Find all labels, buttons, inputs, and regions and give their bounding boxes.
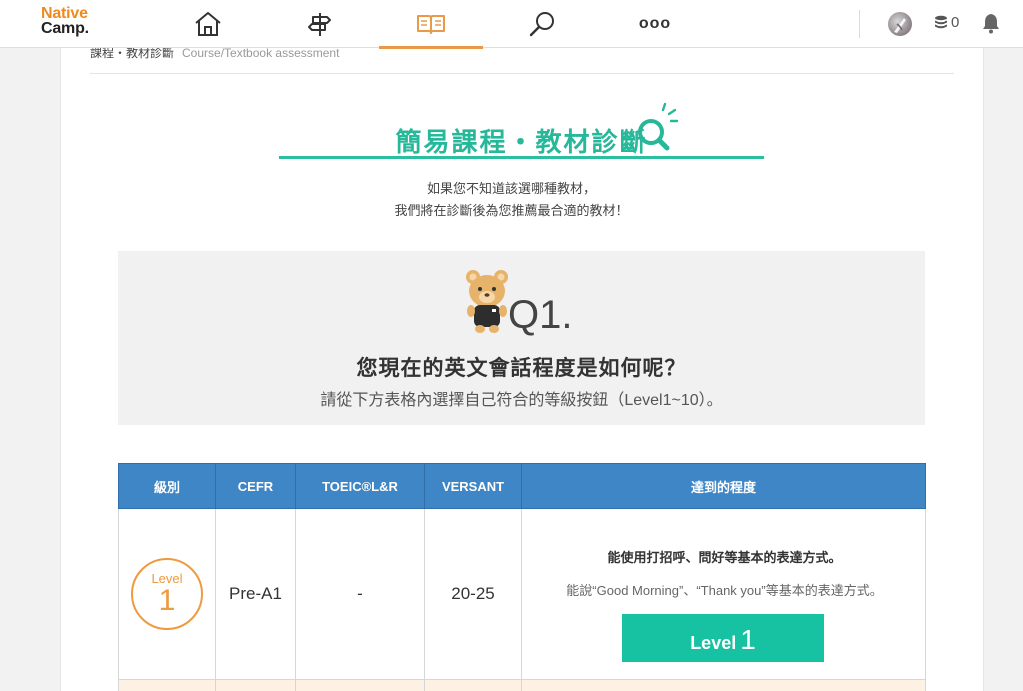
cefr-cell: Pre-A1	[215, 508, 296, 680]
breadcrumb-divider	[90, 73, 954, 74]
ability-detail: 能說“Good Morning”、“Thank you”等基本的表達方式。	[566, 582, 883, 598]
header-ability: 達到的程度	[521, 463, 926, 509]
ability-summary: 能使用打招呼、問好等基本的表達方式。	[607, 549, 842, 565]
native-camp-logo[interactable]: Native Camp.	[41, 5, 89, 37]
header-toeic: TOEIC®L&R	[295, 463, 425, 509]
page-title-block: 簡易課程・教材診斷	[279, 100, 764, 160]
intro-line2: 我們將在診斷後為您推薦最合適的教材！	[394, 203, 629, 218]
nav-textbooks[interactable]	[379, 0, 483, 49]
question-title: 您現在的英文會話程度是如何呢？	[356, 357, 687, 380]
home-icon	[195, 12, 221, 36]
bell-icon	[983, 14, 999, 34]
level-button-word: Level	[690, 632, 737, 653]
header-divider	[859, 10, 860, 38]
table-row: Level 1 Pre-A1 - 20-25 能使用打招呼、問好等基本的表達方式…	[118, 508, 926, 680]
book-icon	[417, 15, 445, 34]
table-cell	[424, 679, 522, 691]
avatar-image	[894, 18, 906, 33]
search-icon	[529, 12, 554, 37]
signpost-icon	[308, 13, 331, 36]
level-badge: Level 1	[131, 558, 203, 630]
intro-line1: 如果您不知道該選哪種教材，	[426, 181, 596, 196]
bear-mascot-icon	[466, 270, 508, 333]
title-underline	[279, 156, 764, 159]
coin-balance[interactable]: 0	[934, 14, 959, 31]
breadcrumb-label: 課程・教材診斷	[90, 46, 175, 60]
ability-cell: 能使用打招呼、問好等基本的表達方式。 能說“Good Morning”、“Tha…	[521, 508, 926, 680]
top-nav-bar: Native Camp. ooo 0	[0, 0, 1023, 49]
table-header-row: 級別 CEFR TOEIC®L&R VERSANT 達到的程度	[118, 463, 926, 509]
question-number: Q1.	[508, 293, 573, 337]
nav-more[interactable]: ooo	[625, 0, 685, 48]
breadcrumb-sub: Course/Textbook assessment	[182, 46, 340, 60]
header-cefr: CEFR	[215, 463, 296, 509]
header-versant: VERSANT	[424, 463, 522, 509]
level-cell: Level 1	[118, 508, 216, 680]
nav-search[interactable]	[512, 0, 572, 48]
notification-bell[interactable]	[981, 12, 1001, 39]
nav-home[interactable]	[178, 0, 238, 48]
table-row	[118, 679, 926, 691]
logo-line1: Native	[41, 5, 88, 22]
versant-cell: 20-25	[424, 508, 522, 680]
user-avatar[interactable]	[888, 12, 912, 36]
more-icon: ooo	[638, 15, 672, 32]
header-level: 級別	[118, 463, 216, 509]
level-badge-number: 1	[158, 584, 176, 617]
coin-stack-icon	[935, 15, 947, 28]
level-button-number: 1	[740, 623, 756, 655]
table-cell	[521, 679, 926, 691]
toeic-cell: -	[295, 508, 425, 680]
select-level-1-button[interactable]: Level 1	[622, 613, 824, 662]
logo-line2: Camp.	[41, 20, 89, 37]
question-box: Q1. 您現在的英文會話程度是如何呢？ 請從下方表格內選擇自己符合的等級按鈕（L…	[118, 251, 925, 425]
magnifier-icon	[638, 102, 679, 151]
nav-courses[interactable]	[290, 0, 350, 48]
question-subtitle: 請從下方表格內選擇自己符合的等級按鈕（Level1~10）。	[320, 392, 723, 409]
table-cell	[215, 679, 296, 691]
page-title: 簡易課程・教材診斷	[395, 127, 648, 157]
table-cell	[118, 679, 216, 691]
level-table: 級別 CEFR TOEIC®L&R VERSANT 達到的程度 Level 1 …	[118, 463, 926, 691]
table-cell	[295, 679, 425, 691]
coin-count: 0	[951, 14, 960, 31]
